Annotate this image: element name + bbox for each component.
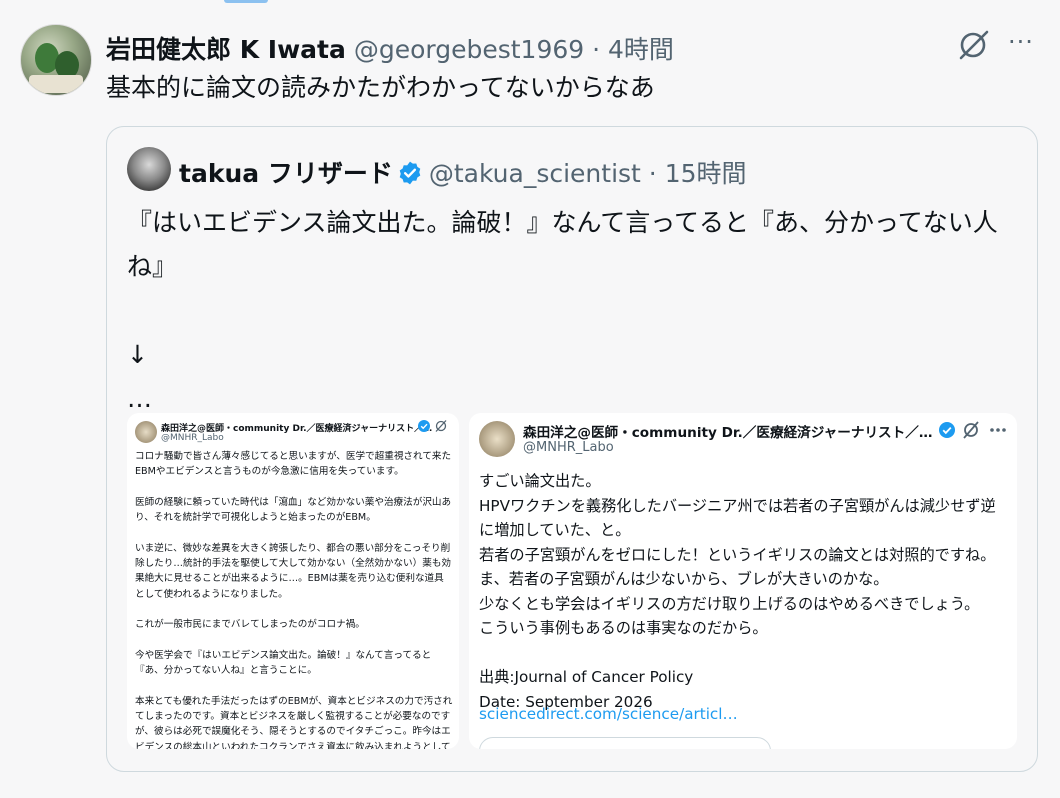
attached-image-right[interactable]: 森田洋之@医師・community Dr.／医療経済ジャーナリスト／… @MNH… bbox=[469, 413, 1017, 749]
embedded-source-link: sciencedirect.com/science/articl… bbox=[479, 705, 738, 723]
quoted-tweet[interactable]: takua フリザード @takua_scientist · 15時間 『はいエ… bbox=[106, 126, 1038, 772]
tweet-header: 岩田健太郎 K Iwata @georgebest1969 · 4時間 bbox=[106, 30, 674, 66]
quoted-author-avatar[interactable] bbox=[127, 147, 171, 191]
quoted-author-name[interactable]: takua フリザード bbox=[179, 159, 393, 188]
quoted-tweet-timestamp[interactable]: · 15時間 bbox=[649, 159, 747, 188]
quoted-tweet-text: 『はいエビデンス論文出た。論破！』なんて言ってると『あ、分かってない人ね』 ↓ … bbox=[127, 208, 998, 413]
quoted-tweet-header: takua フリザード @takua_scientist · 15時間 bbox=[179, 154, 747, 190]
embedded-header-icons bbox=[417, 419, 451, 436]
author-name[interactable]: 岩田健太郎 K Iwata bbox=[106, 35, 346, 64]
quoted-author-handle[interactable]: @takua_scientist bbox=[429, 159, 641, 188]
embedded-header-icons bbox=[937, 417, 1013, 443]
embedded-post-body: すごい論文出た。 HPVワクチンを義務化したバージニア州では若者の子宮頸がんは減… bbox=[479, 472, 996, 711]
tweet-text: 基本的に論文の読みかたがわかってないからなあ bbox=[106, 73, 655, 102]
author-handle[interactable]: @georgebest1969 bbox=[354, 35, 584, 64]
embedded-author-handle: @MNHR_Labo bbox=[523, 440, 614, 455]
author-avatar[interactable] bbox=[20, 24, 92, 96]
embedded-avatar bbox=[135, 421, 157, 443]
embedded-post-body: コロナ騒動で皆さん薄々感じてると思いますが、医学で超重視されて来たEBMやエビデ… bbox=[135, 451, 453, 749]
embedded-author-handle: @MNHR_Labo bbox=[161, 433, 224, 443]
active-tab-indicator bbox=[224, 0, 268, 3]
attached-image-left[interactable]: 森田洋之@医師・community Dr.／医療経済ジャーナリスト／… @MNH… bbox=[127, 413, 459, 749]
embedded-author-name: 森田洋之@医師・community Dr.／医療経済ジャーナリスト／… bbox=[523, 425, 933, 441]
more-icon[interactable]: ··· bbox=[1006, 30, 1036, 58]
embedded-avatar bbox=[479, 421, 515, 457]
tweet-timestamp[interactable]: · 4時間 bbox=[592, 35, 674, 64]
grok-icon[interactable] bbox=[956, 28, 992, 62]
embedded-link-card bbox=[479, 737, 771, 749]
verified-badge-icon bbox=[399, 161, 421, 185]
